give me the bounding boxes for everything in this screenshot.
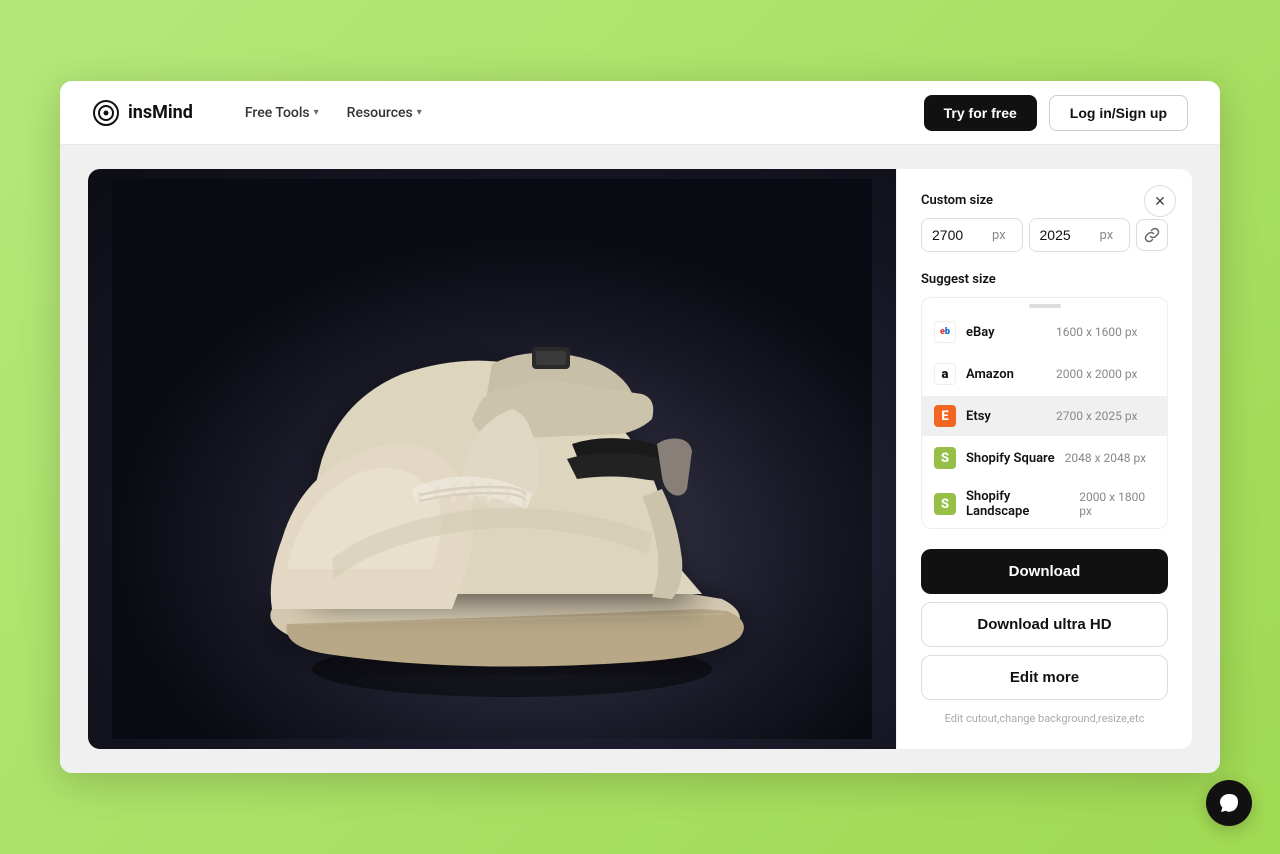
amazon-label: Amazon: [966, 367, 1046, 382]
shopify-square-icon: S: [934, 447, 956, 469]
edit-note: Edit cutout,change background,resize,etc: [921, 712, 1168, 725]
content-area: ✕ Custom size px px: [60, 145, 1220, 773]
navbar: insMind Free Tools ▾ Resources ▾ Try for…: [60, 81, 1220, 145]
shopify-landscape-icon: S: [934, 493, 956, 515]
logo-text: insMind: [128, 102, 193, 123]
chat-bubble-button[interactable]: [1206, 780, 1252, 826]
nav-item-free-tools[interactable]: Free Tools ▾: [233, 97, 331, 129]
ebay-label: eBay: [966, 325, 1046, 340]
custom-size-label: Custom size: [921, 193, 1168, 208]
suggest-size-label: Suggest size: [921, 272, 1168, 287]
right-panel: ✕ Custom size px px: [896, 169, 1192, 749]
etsy-icon: E: [934, 405, 956, 427]
scroll-dot: [1029, 304, 1061, 308]
link-dimensions-button[interactable]: [1136, 219, 1168, 251]
width-unit: px: [992, 220, 1016, 251]
platform-item-amazon[interactable]: a Amazon 2000 x 2000 px: [922, 354, 1167, 394]
size-inputs: px px: [921, 218, 1168, 252]
logo-icon: [92, 99, 120, 127]
download-button[interactable]: Download: [921, 549, 1168, 594]
shopify-landscape-label: Shopify Landscape: [966, 489, 1069, 519]
shoe-image-container: [88, 169, 896, 749]
etsy-size: 2700 x 2025 px: [1056, 409, 1137, 423]
image-panel: [88, 169, 896, 749]
chevron-down-icon: ▾: [417, 107, 422, 118]
browser-window: insMind Free Tools ▾ Resources ▾ Try for…: [60, 81, 1220, 773]
size-list: eb eBay 1600 x 1600 px a Amazon 2000 x 2…: [921, 297, 1168, 529]
ebay-icon: eb: [934, 321, 956, 343]
link-icon: [1144, 227, 1160, 243]
amazon-size: 2000 x 2000 px: [1056, 367, 1137, 381]
platform-item-ebay[interactable]: eb eBay 1600 x 1600 px: [922, 312, 1167, 352]
scroll-indicator: [922, 298, 1167, 310]
height-input-wrap: px: [1029, 218, 1131, 252]
chevron-down-icon: ▾: [314, 107, 319, 118]
shopify-square-label: Shopify Square: [966, 451, 1055, 466]
chat-icon: [1218, 792, 1240, 814]
platform-item-shopify-square[interactable]: S Shopify Square 2048 x 2048 px: [922, 438, 1167, 478]
try-for-free-button[interactable]: Try for free: [924, 95, 1037, 131]
platform-item-etsy[interactable]: E Etsy 2700 x 2025 px: [922, 396, 1167, 436]
height-unit: px: [1100, 220, 1124, 251]
amazon-icon: a: [934, 363, 956, 385]
height-input[interactable]: [1030, 219, 1100, 251]
shopify-square-size: 2048 x 2048 px: [1065, 451, 1146, 465]
logo-area: insMind: [92, 99, 193, 127]
etsy-label: Etsy: [966, 409, 1046, 424]
width-input-wrap: px: [921, 218, 1023, 252]
main-card: ✕ Custom size px px: [88, 169, 1192, 749]
download-hd-button[interactable]: Download ultra HD: [921, 602, 1168, 647]
close-button[interactable]: ✕: [1144, 185, 1176, 217]
action-buttons: Download Download ultra HD Edit more Edi…: [921, 549, 1168, 725]
ebay-size: 1600 x 1600 px: [1056, 325, 1137, 339]
shoe-illustration: [112, 179, 872, 739]
nav-links: Free Tools ▾ Resources ▾: [233, 97, 924, 129]
platform-item-shopify-landscape[interactable]: S Shopify Landscape 2000 x 1800 px: [922, 480, 1167, 528]
nav-actions: Try for free Log in/Sign up: [924, 95, 1188, 131]
nav-item-resources[interactable]: Resources ▾: [335, 97, 434, 129]
login-signup-button[interactable]: Log in/Sign up: [1049, 95, 1188, 131]
edit-more-button[interactable]: Edit more: [921, 655, 1168, 700]
width-input[interactable]: [922, 219, 992, 251]
shopify-landscape-size: 2000 x 1800 px: [1079, 490, 1155, 518]
